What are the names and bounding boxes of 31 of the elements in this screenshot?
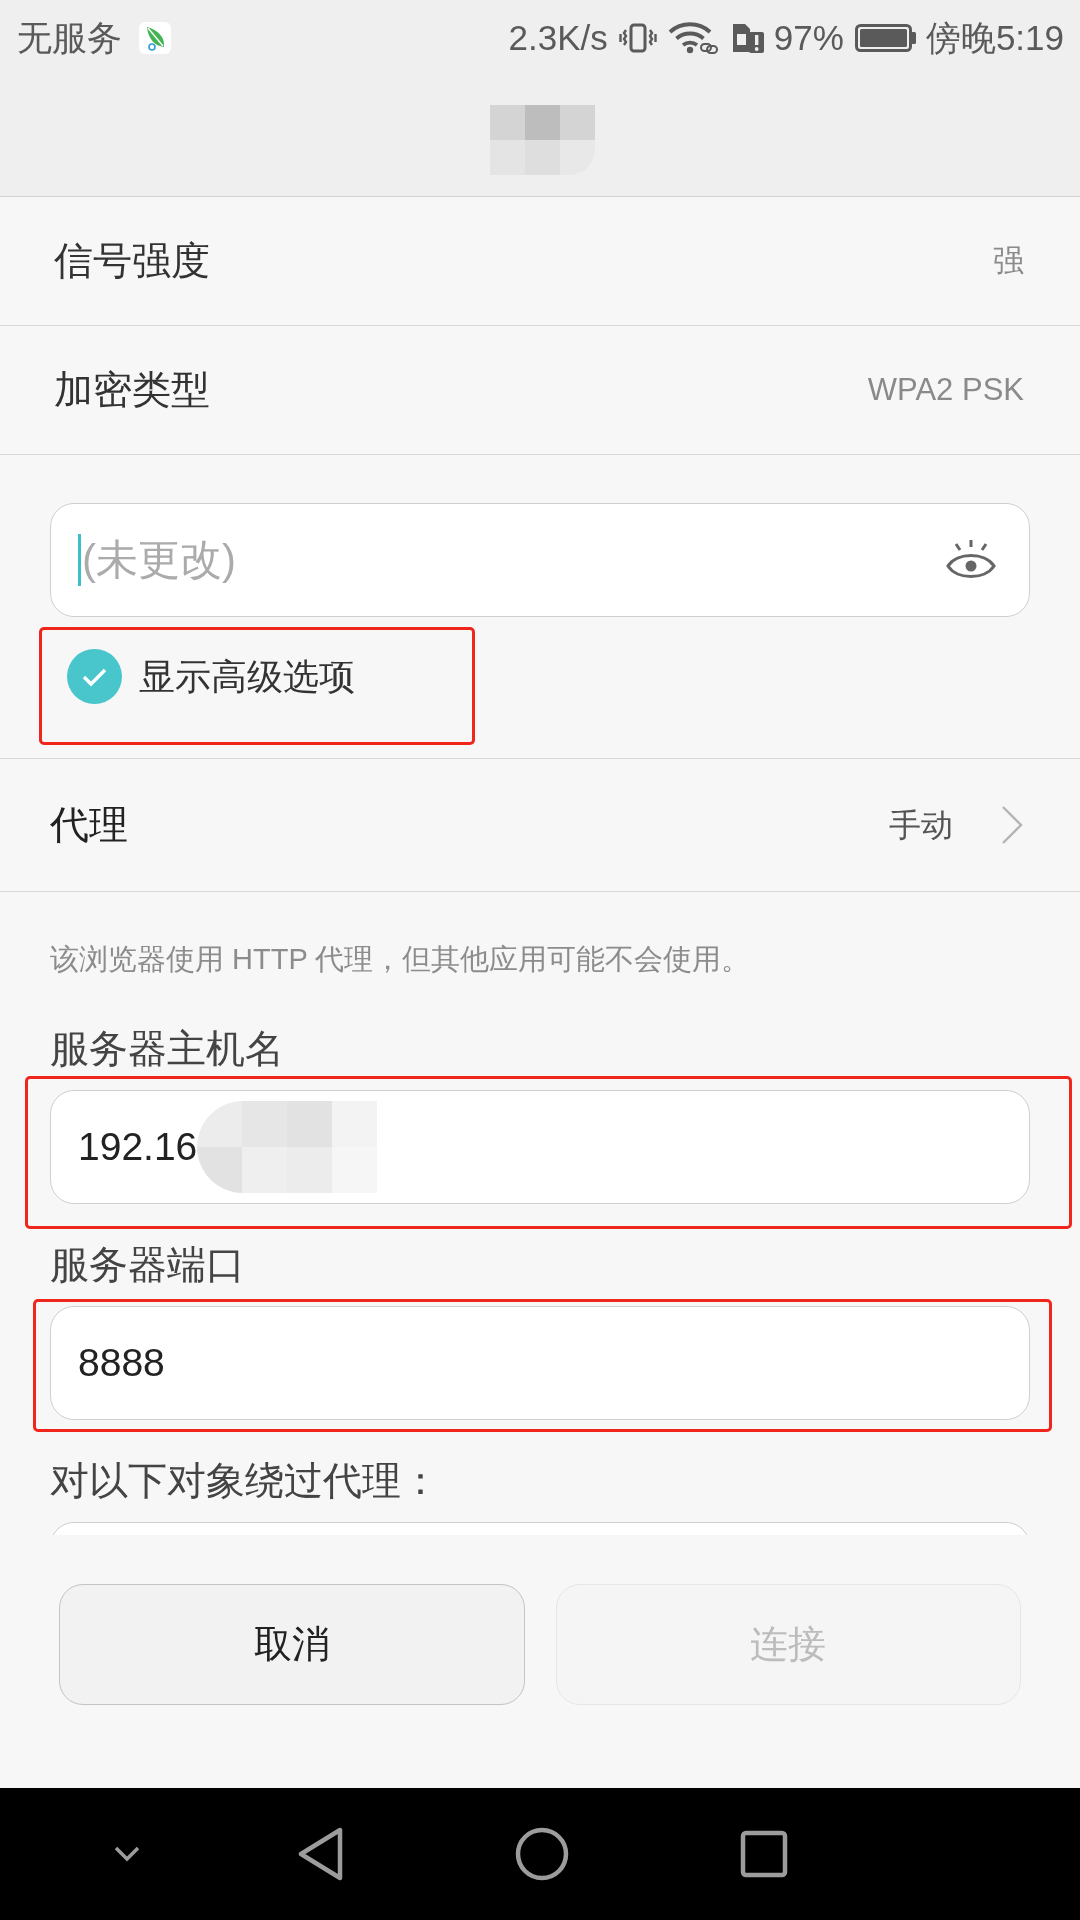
clock-time: 傍晚5:19 [925, 16, 1064, 59]
vibrate-icon [618, 22, 657, 53]
proxy-label: 代理 [50, 802, 128, 848]
home-icon[interactable] [515, 1827, 569, 1881]
field-label: 对以下对象绕过代理： [50, 1458, 441, 1504]
row-label: 加密类型 [54, 367, 210, 413]
proxy-note: 该浏览器使用 HTTP 代理，但其他应用可能不会使用。 [50, 942, 752, 977]
sim-card-alert-icon [730, 21, 765, 54]
dialog-button[interactable]: 取消 [59, 1584, 525, 1705]
password-placeholder: (未更改) [82, 535, 236, 585]
chevron-right-icon [1000, 805, 1024, 845]
proxy-mode-value: 手动 [889, 806, 953, 845]
wifi-icon [667, 21, 720, 54]
proxy-row[interactable]: 代理 手动 [0, 759, 1080, 892]
back-icon[interactable] [298, 1827, 344, 1881]
field-label: 服务器端口 [50, 1242, 246, 1288]
leaf-app-icon [139, 21, 171, 54]
input-field[interactable]: 8888 [50, 1306, 1030, 1420]
chevron-down-icon[interactable] [113, 1845, 141, 1863]
battery-icon [854, 23, 917, 52]
checkbox[interactable] [67, 649, 122, 704]
network-speed: 2.3K/s [508, 16, 608, 59]
checkbox-label: 显示高级选项 [139, 655, 355, 699]
row-value: 强 [993, 242, 1024, 280]
battery-percentage: 97% [773, 16, 844, 59]
recent-apps-icon[interactable] [740, 1830, 788, 1878]
row-label: 信号强度 [54, 238, 210, 284]
row-value: WPA2 PSK [867, 371, 1024, 409]
input-field[interactable]: 192.16 [50, 1090, 1030, 1204]
carrier-status: 无服务 [17, 16, 122, 59]
field-label: 服务器主机名 [50, 1026, 285, 1072]
